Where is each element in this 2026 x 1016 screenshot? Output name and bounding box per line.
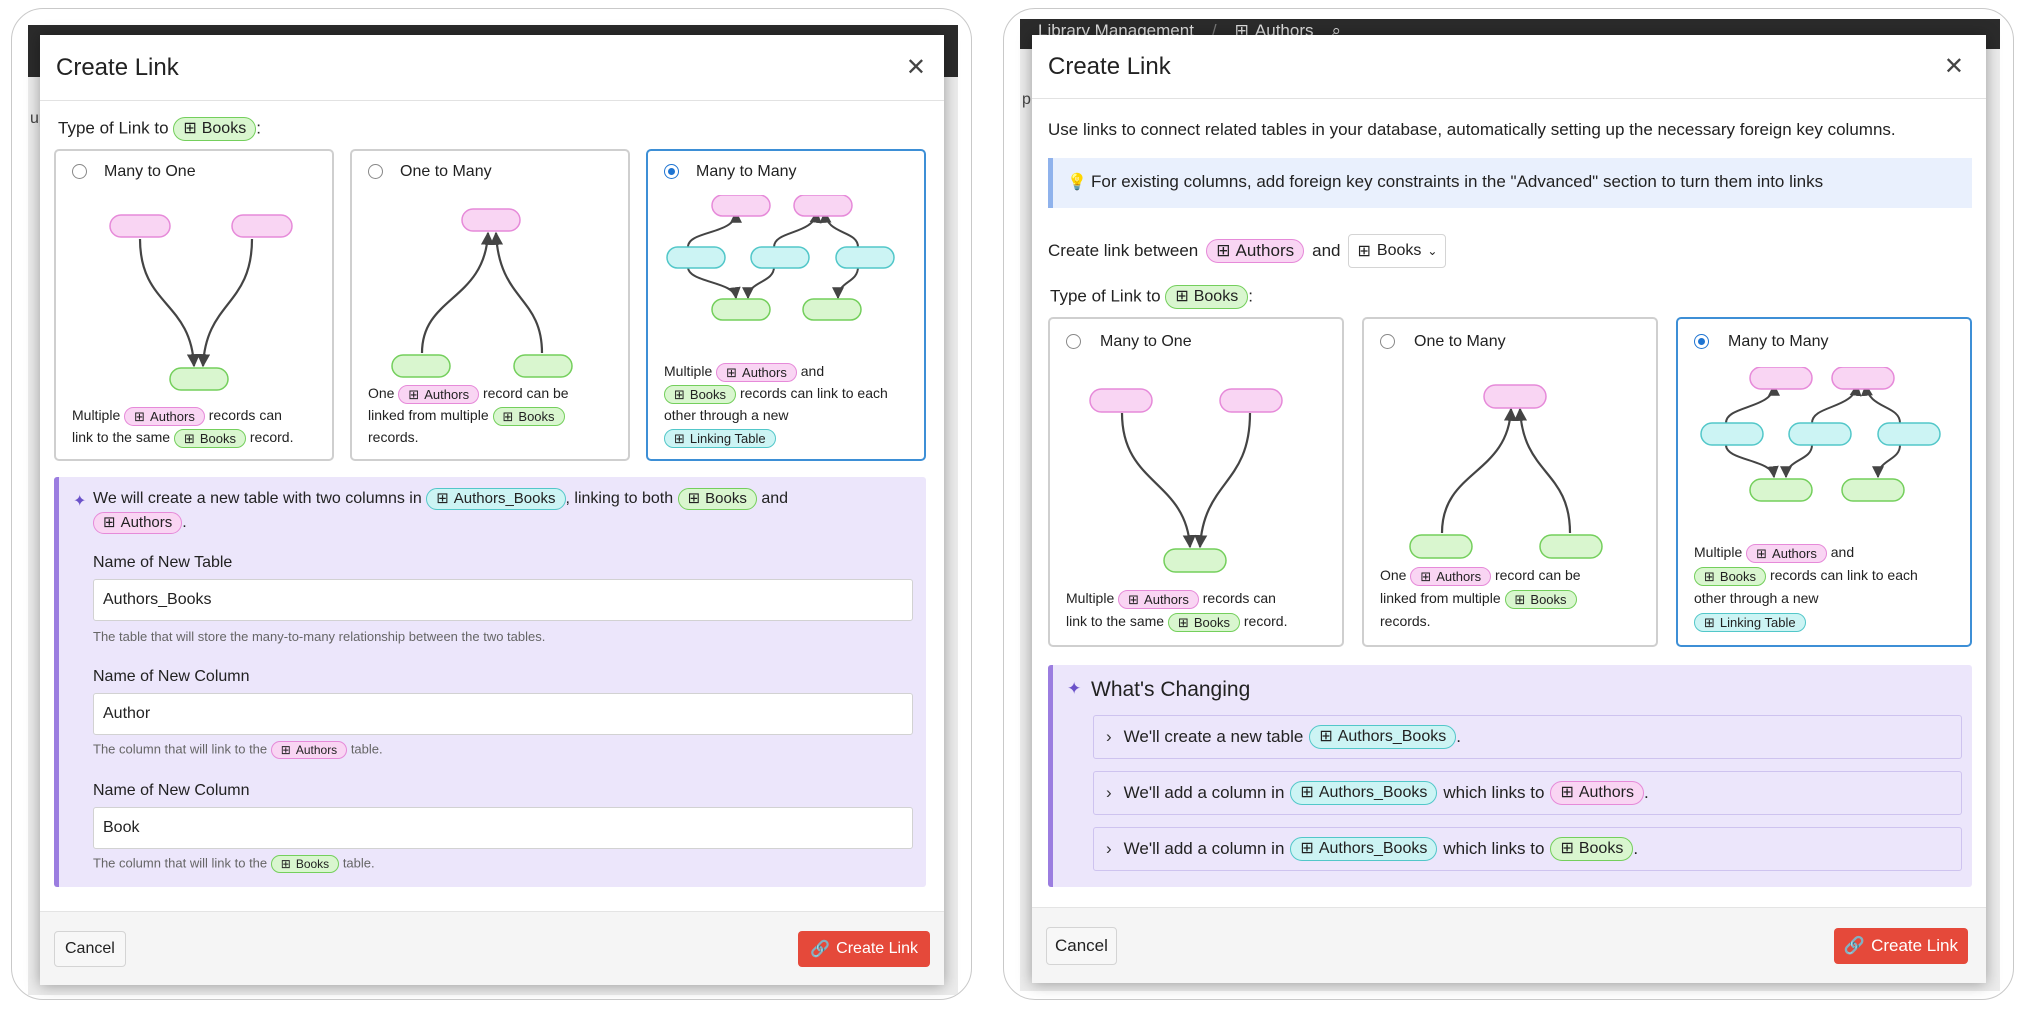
foreign-key-tip: 💡 For existing columns, add foreign key … [1048, 158, 1972, 208]
right-screenshot-frame: Library Management / ⊞ Authors ⌕ p Create… [1003, 8, 2014, 1000]
tip-text: For existing columns, add foreign key co… [1091, 172, 1824, 191]
radio-one-to-many[interactable] [368, 164, 383, 179]
create-link-label: Create Link [836, 939, 918, 957]
link-icon: 🔗 [810, 940, 831, 958]
whats-changing-panel: ✦ What's Changing › We'll create a new t… [1048, 665, 1972, 887]
card-description: Multiple ⊞ Authors records can link to th… [72, 404, 322, 449]
cancel-button[interactable]: Cancel [54, 930, 126, 967]
change-item-book-column[interactable]: › We'll add a column in ⊞ Authors_Books w… [1093, 827, 1962, 871]
link-type-heading: Type of Link to ⊞ Books: [1050, 285, 1253, 309]
card-description: Multiple ⊞ Authors records can link to th… [1066, 587, 1336, 633]
create-link-button[interactable]: 🔗 Create Link [1833, 927, 1968, 964]
card-label: Many to Many [1728, 333, 1829, 350]
author-column-hint: The column that will link to the ⊞ Author… [93, 741, 383, 760]
sparkle-icon: ✦ [1067, 679, 1082, 698]
link-between-label: Create link between [1048, 241, 1199, 260]
many-to-one-diagram [1089, 388, 1283, 573]
card-description: Multiple ⊞ Authors and ⊞ Books records can… [664, 360, 919, 449]
link-type-suffix: : [256, 118, 261, 138]
link-type-card-many-to-one[interactable]: Many to One Multiple ⊞ Authors records ca… [1048, 317, 1344, 647]
dialog-header: Create Link ✕ [40, 35, 944, 101]
many-to-many-diagram [1700, 367, 1941, 502]
change-item-create-table[interactable]: › We'll create a new table ⊞ Authors_Book… [1093, 715, 1962, 759]
card-description: One ⊞ Authors record can be linked from m… [1380, 566, 1581, 629]
info-text: We will create a new table with two colu… [93, 487, 913, 535]
dialog-title: Create Link [56, 53, 179, 81]
link-type-card-many-to-many[interactable]: Many to Many Multiple ⊞ Authors and ⊞ Bo… [1676, 317, 1972, 647]
table-pill-books: ⊞ Books [173, 117, 257, 141]
link-type-card-one-to-many[interactable]: One to Many One ⊞ Authors record can be l… [350, 149, 630, 461]
link-type-heading: Type of Link to ⊞ Books: [58, 117, 261, 141]
target-table-select[interactable]: ⊞ Books ⌄ [1348, 234, 1447, 268]
book-column-hint: The column that will link to the ⊞ Books … [93, 855, 375, 874]
create-link-dialog: Create Link ✕ Use links to connect relat… [1032, 35, 1986, 983]
whats-changing-title: What's Changing [1091, 678, 1251, 701]
new-table-info-panel: ✦ We will create a new table with two co… [54, 477, 926, 887]
link-between-and: and [1312, 241, 1341, 260]
one-to-many-diagram [391, 208, 573, 378]
one-to-many-diagram [1409, 384, 1603, 559]
table-name-input[interactable] [93, 579, 913, 621]
dialog-header: Create Link ✕ [1032, 35, 1986, 99]
dialog-footer: Cancel 🔗 Create Link [40, 911, 944, 985]
link-type-card-many-to-many[interactable]: Many to Many Multiple ⊞ Authors and ⊞ Bo… [646, 149, 926, 461]
link-between-row: Create link between ⊞ Authors and ⊞ Books… [1048, 234, 1447, 268]
card-label: One to Many [400, 163, 492, 180]
table-pill-books: ⊞ Books [1165, 285, 1249, 309]
author-column-input[interactable] [93, 693, 913, 735]
target-table-value: Books [1376, 242, 1422, 259]
radio-one-to-many[interactable] [1380, 334, 1395, 349]
create-link-dialog: Create Link ✕ Type of Link to ⊞ Books: Ma… [40, 35, 944, 985]
close-icon[interactable]: ✕ [1944, 54, 1964, 79]
dialog-footer: Cancel 🔗 Create Link [1032, 907, 1986, 983]
book-column-label: Name of New Column [93, 782, 250, 799]
book-column-input[interactable] [93, 807, 913, 849]
chevron-down-icon: ⌄ [1427, 244, 1438, 258]
table-pill-authors: ⊞ Authors [1206, 238, 1305, 264]
radio-many-to-one[interactable] [72, 164, 87, 179]
card-label: Many to Many [696, 163, 797, 180]
table-icon: ⊞ [1357, 243, 1371, 260]
link-type-prefix: Type of Link to [58, 118, 169, 138]
many-to-one-diagram [109, 214, 293, 391]
many-to-many-diagram [666, 195, 895, 321]
table-name-hint: The table that will store the many-to-ma… [93, 629, 546, 644]
radio-many-to-many[interactable] [664, 164, 679, 179]
radio-many-to-many[interactable] [1694, 334, 1709, 349]
left-screenshot-frame: up Create Link ✕ Type of Link to ⊞ Books:… [11, 8, 972, 1000]
change-item-author-column[interactable]: › We'll add a column in ⊞ Authors_Books w… [1093, 771, 1962, 815]
link-type-card-one-to-many[interactable]: One to Many One ⊞ Authors record can be l… [1362, 317, 1658, 647]
link-icon: 🔗 [1843, 935, 1866, 955]
close-icon[interactable]: ✕ [906, 55, 926, 80]
table-pill-label: Books [201, 120, 247, 137]
chevron-right-icon: › [1106, 727, 1112, 746]
card-label: Many to One [104, 163, 196, 180]
card-description: One ⊞ Authors record can be linked from m… [368, 384, 569, 446]
card-description: Multiple ⊞ Authors and ⊞ Books records can… [1694, 541, 1969, 633]
cancel-button[interactable]: Cancel [1046, 926, 1117, 965]
background-text: p [1022, 91, 1031, 108]
chevron-right-icon: › [1106, 839, 1112, 858]
dialog-intro-text: Use links to connect related tables in y… [1048, 120, 1896, 139]
radio-many-to-one[interactable] [1066, 334, 1081, 349]
table-name-label: Name of New Table [93, 554, 233, 571]
dialog-title: Create Link [1048, 52, 1171, 80]
chevron-right-icon: › [1106, 783, 1112, 802]
link-type-card-many-to-one[interactable]: Many to One Multiple ⊞ Authors records ca… [54, 149, 334, 461]
lightbulb-icon: 💡 [1067, 174, 1087, 191]
sparkle-icon: ✦ [73, 493, 87, 510]
card-label: Many to One [1100, 333, 1192, 350]
create-link-label: Create Link [1871, 935, 1958, 955]
table-icon: ⊞ [183, 120, 197, 137]
create-link-button[interactable]: 🔗 Create Link [798, 930, 930, 967]
author-column-label: Name of New Column [93, 668, 250, 685]
card-label: One to Many [1414, 333, 1506, 350]
